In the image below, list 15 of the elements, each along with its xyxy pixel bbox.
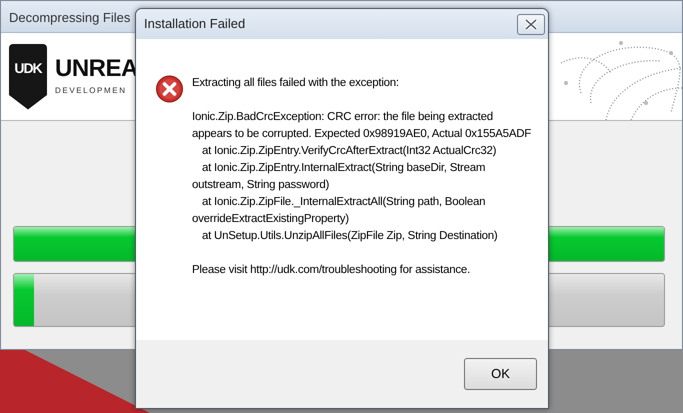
error-icon xyxy=(156,75,183,103)
stack-trace-line: at UnSetup.Utils.UnzipAllFiles(ZipFile Zip, String Destination) xyxy=(201,229,498,244)
close-button[interactable] xyxy=(517,14,545,34)
stack-trace-line: at Ionic.Zip.ZipEntry.InternalExtract(String baseDir, Stream outstream, String password) xyxy=(192,161,486,193)
logo-badge: UDK xyxy=(9,44,47,110)
help-message: Please visit http://udk.com/troubleshooting for assistance. xyxy=(192,263,472,278)
ok-button[interactable]: OK xyxy=(464,358,537,390)
logo-tagline: DEVELOPMEN xyxy=(55,84,128,96)
close-icon xyxy=(525,18,537,30)
logo-wordmark: UNREA xyxy=(55,56,135,80)
dialog-title: Installation Failed xyxy=(144,15,246,34)
stack-trace-line: at Ionic.Zip.ZipEntry.VerifyCrcAfterExtract(Int32 ActualCrc32) xyxy=(201,144,498,159)
stack-trace-line: at Ionic.Zip.ZipFile._InternalExtractAll(String path, Boolean overrideExtractExistingProperty) xyxy=(192,195,486,227)
error-heading: Extracting all files failed with the exception: xyxy=(192,76,400,91)
window-title: Decompressing Files xyxy=(9,10,130,25)
